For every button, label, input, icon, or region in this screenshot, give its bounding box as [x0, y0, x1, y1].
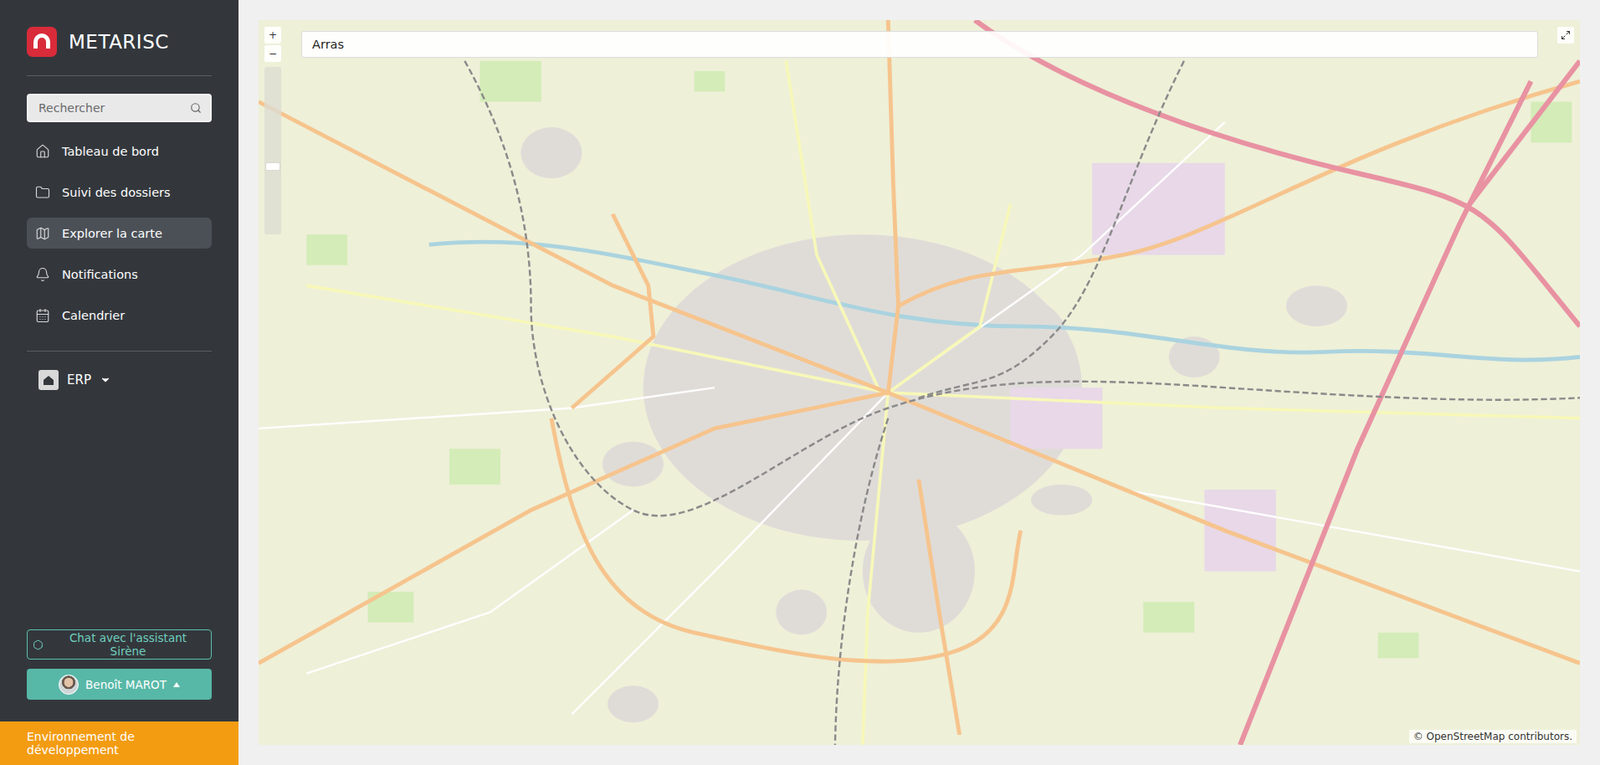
nav-label: Notifications: [61, 267, 139, 282]
calendar-icon: [35, 307, 51, 324]
module-selector[interactable]: ERP: [26, 369, 212, 390]
divider: [26, 350, 212, 352]
logo-icon: [26, 26, 57, 57]
map[interactable]: +− © OpenStreetMap contributors.: [258, 20, 1580, 745]
assistant-label: Chat avec l'assistant Sirène: [50, 630, 206, 658]
zoom-in-button[interactable]: +: [264, 26, 282, 44]
hexagon-icon: [32, 639, 44, 651]
home-icon: [35, 143, 51, 159]
caret-up-icon: [173, 682, 180, 688]
nav-label: Tableau de bord: [61, 144, 159, 159]
search-icon[interactable]: [189, 102, 202, 114]
zoom-out-button[interactable]: −: [264, 45, 282, 62]
nav-item[interactable]: Suivi des dossiers: [26, 176, 212, 208]
user-button[interactable]: Benoît MAROT: [26, 668, 212, 700]
building-icon: [38, 369, 59, 390]
nav-label: Calendrier: [61, 308, 125, 323]
zoom-controls: +−: [264, 26, 282, 235]
sidebar-bottom: Chat avec l'assistant Sirène Benoît MAROT: [0, 629, 239, 722]
search-box[interactable]: [26, 93, 212, 123]
nav-list: Tableau de bord Suivi des dossiers Explore…: [26, 135, 212, 331]
nav-item[interactable]: Notifications: [26, 258, 212, 290]
app: METARISC Tableau de bord Suivi des dossier…: [0, 0, 1600, 765]
nav-label: Suivi des dossiers: [61, 185, 171, 200]
zoom-slider[interactable]: [264, 66, 282, 235]
brand-name: METARISC: [68, 30, 170, 53]
user-name: Benoît MAROT: [85, 677, 167, 692]
caret-down-icon: [99, 374, 112, 386]
bell-icon: [35, 266, 51, 283]
map-attribution: © OpenStreetMap contributors.: [1409, 729, 1577, 744]
search-input[interactable]: [36, 100, 185, 116]
brand[interactable]: METARISC: [26, 26, 212, 57]
nav-label: Explorer la carte: [61, 226, 163, 241]
folder-icon: [35, 184, 51, 200]
module-label: ERP: [66, 372, 92, 388]
nav-item[interactable]: Calendrier: [26, 299, 212, 331]
nav-item[interactable]: Explorer la carte: [26, 217, 212, 249]
map-icon: [35, 225, 51, 242]
fullscreen-icon: [1560, 30, 1571, 41]
sidebar: METARISC Tableau de bord Suivi des dossier…: [0, 0, 239, 765]
main: +− © OpenStreetMap contributors.: [238, 0, 1600, 765]
map-search-input[interactable]: [301, 30, 1539, 58]
divider: [26, 75, 212, 77]
zoom-slider-thumb[interactable]: [266, 163, 280, 170]
nav-item[interactable]: Tableau de bord: [26, 135, 212, 167]
environment-banner: Environnement de développement: [0, 721, 239, 765]
assistant-button[interactable]: Chat avec l'assistant Sirène: [26, 629, 212, 660]
avatar-icon: [58, 674, 79, 695]
sidebar-top: METARISC Tableau de bord Suivi des dossier…: [0, 0, 239, 390]
map-canvas[interactable]: [258, 20, 1580, 745]
fullscreen-button[interactable]: [1557, 26, 1575, 44]
